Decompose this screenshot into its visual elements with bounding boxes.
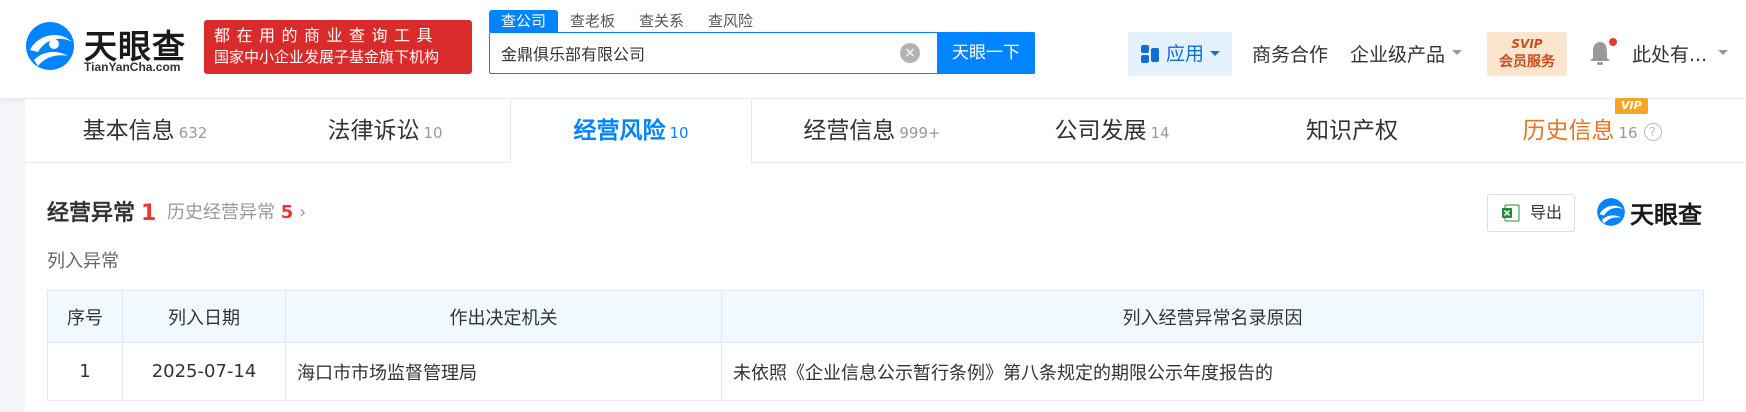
col-header-index: 序号 xyxy=(47,290,123,343)
notification-dot xyxy=(1609,38,1617,46)
col-header-authority: 作出决定机关 xyxy=(285,290,722,343)
vip-badge: VIP xyxy=(1615,98,1648,114)
search-tab-boss[interactable]: 查老板 xyxy=(558,10,627,32)
bell-icon[interactable] xyxy=(1589,40,1611,66)
search-button[interactable]: 天眼一下 xyxy=(937,32,1035,74)
svip-button[interactable]: SVIP 会员服务 xyxy=(1487,32,1567,76)
export-label: 导出 xyxy=(1530,203,1563,222)
chevron-down-icon xyxy=(1452,50,1462,55)
eye-logo-icon xyxy=(26,22,74,70)
chevron-right-icon: › xyxy=(299,202,307,223)
tab-label: 基本信息 xyxy=(82,118,175,144)
detail-tabs: 基本信息 632 法律诉讼 10 经营风险 10 经营信息 999+ 公司发展 14 知识… xyxy=(25,98,1746,164)
watermark-text: 天眼查 xyxy=(1630,201,1702,229)
col-header-date: 列入日期 xyxy=(122,290,286,343)
tab-count: 632 xyxy=(178,124,208,142)
section-title-text: 经营异常 xyxy=(47,201,136,226)
logo-text-en: TianYanCha.com xyxy=(84,60,181,74)
nav-enterprise-products[interactable]: 企业级产品 xyxy=(1350,40,1445,67)
section-count: 1 xyxy=(141,201,157,226)
eye-logo-icon xyxy=(1597,198,1625,226)
table-header-row: 序号 列入日期 作出决定机关 列入经营异常名录原因 xyxy=(47,290,1704,343)
cell-date: 2025-07-14 xyxy=(122,342,286,401)
chevron-down-icon xyxy=(1718,50,1728,55)
search-tab-company[interactable]: 查公司 xyxy=(489,10,559,32)
search-type-tabs: 查公司 查老板 查关系 查风险 xyxy=(489,10,765,32)
tab-count: 999+ xyxy=(899,124,941,142)
app-menu-label: 应用 xyxy=(1166,43,1205,65)
tab-count: 10 xyxy=(423,124,443,142)
tab-label: 经营信息 xyxy=(803,118,896,144)
tab-company-development[interactable]: 公司发展 14 xyxy=(992,99,1232,163)
app-grid-icon xyxy=(1141,45,1159,63)
nav-business-cooperation[interactable]: 商务合作 xyxy=(1252,40,1328,67)
tianyancha-watermark: 天眼查 xyxy=(1596,195,1708,229)
excel-icon xyxy=(1502,204,1520,222)
list-in-label: 列入异常 xyxy=(47,251,119,272)
history-abnormal-link[interactable]: 历史经营异常 5 › xyxy=(167,198,306,224)
table-row: 1 2025-07-14 海口市市场监督管理局 未依照《企业信息公示暂行条例》第… xyxy=(47,342,1704,401)
tab-legal[interactable]: 法律诉讼 10 xyxy=(265,99,505,163)
tab-label: 法律诉讼 xyxy=(327,118,420,144)
chevron-down-icon xyxy=(1210,51,1220,56)
tab-label: 经营风险 xyxy=(573,118,666,144)
tab-count: 14 xyxy=(1150,124,1170,142)
tab-intellectual-property[interactable]: 知识产权 xyxy=(1232,99,1472,163)
user-menu[interactable]: 此处有... xyxy=(1632,40,1707,67)
tab-history-info[interactable]: 历史信息 16? xyxy=(1472,99,1712,163)
tab-basic-info[interactable]: 基本信息 632 xyxy=(25,99,265,163)
cell-index: 1 xyxy=(47,342,123,401)
tab-label: 历史信息 xyxy=(1522,118,1615,144)
svip-member-label: 会员服务 xyxy=(1499,54,1555,70)
company-detail-card: 基本信息 632 法律诉讼 10 经营风险 10 经营信息 999+ 公司发展 14 知识… xyxy=(25,98,1746,412)
help-icon[interactable]: ? xyxy=(1643,122,1662,141)
slogan-banner: 都在用的商业查询工具 国家中小企业发展子基金旗下机构 xyxy=(204,20,472,74)
tab-count: 10 xyxy=(669,124,689,142)
history-count: 5 xyxy=(280,202,294,223)
search-input[interactable] xyxy=(490,33,936,73)
app-menu-button[interactable]: 应用 xyxy=(1128,32,1232,76)
svip-crown-label: SVIP xyxy=(1511,37,1543,51)
tab-label: 知识产权 xyxy=(1306,118,1398,144)
col-header-reason: 列入经营异常名录原因 xyxy=(721,290,1704,343)
tab-label: 公司发展 xyxy=(1054,118,1147,144)
export-button[interactable]: 导出 xyxy=(1487,194,1575,232)
cell-reason: 未依照《企业信息公示暂行条例》第八条规定的期限公示年度报告的 xyxy=(721,342,1704,401)
cell-authority: 海口市市场监督管理局 xyxy=(285,342,722,401)
clear-icon[interactable]: × xyxy=(900,43,920,63)
history-label: 历史经营异常 xyxy=(167,202,275,223)
search-tab-relation[interactable]: 查关系 xyxy=(627,10,696,32)
tab-business-info[interactable]: 经营信息 999+ xyxy=(752,99,992,163)
slogan-line-1: 都在用的商业查询工具 xyxy=(214,26,440,45)
tab-business-risk[interactable]: 经营风险 10 xyxy=(510,99,752,164)
section-title: 经营异常 1 xyxy=(47,195,156,227)
search-box: × 天眼一下 xyxy=(489,32,1035,74)
search-tab-risk[interactable]: 查风险 xyxy=(696,10,765,32)
tianyancha-logo[interactable]: 天眼查 TianYanCha.com xyxy=(24,18,204,74)
top-header: 天眼查 TianYanCha.com 都在用的商业查询工具 国家中小企业发展子基… xyxy=(0,0,1746,98)
tab-count: 16 xyxy=(1618,124,1638,142)
abnormal-table: 序号 列入日期 作出决定机关 列入经营异常名录原因 1 2025-07-14 海… xyxy=(47,290,1704,401)
slogan-line-2: 国家中小企业发展子基金旗下机构 xyxy=(214,48,440,66)
